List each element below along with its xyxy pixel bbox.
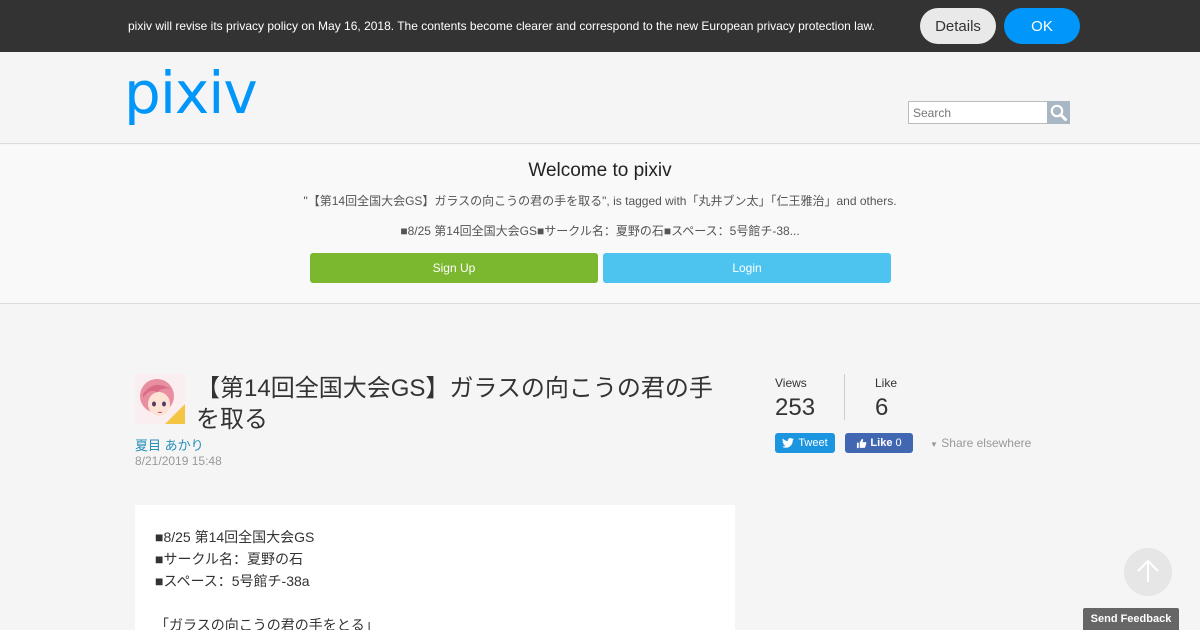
thumbs-up-icon: [857, 438, 867, 448]
post-date: 8/21/2019 15:48: [135, 454, 222, 468]
signup-button[interactable]: Sign Up: [310, 253, 598, 283]
caption-line: ■サークル名：夏野の石: [155, 551, 304, 567]
welcome-excerpt: ■8/25 第14回全国大会GS■サークル名：夏野の石■スペース：5号館チ-38…: [400, 224, 800, 238]
share-elsewhere-link[interactable]: ▼ Share elsewhere: [930, 436, 1031, 450]
search-form: [908, 101, 1070, 124]
search-input[interactable]: [908, 101, 1048, 124]
arrow-up-icon: [1137, 559, 1159, 582]
privacy-notice-text: pixiv will revise its privacy policy on …: [128, 19, 875, 33]
search-button[interactable]: [1047, 101, 1070, 124]
privacy-banner: pixiv will revise its privacy policy on …: [0, 0, 1200, 52]
login-button[interactable]: Login: [603, 253, 891, 283]
search-icon: [1050, 104, 1067, 121]
site-header: pixiv: [0, 52, 1200, 144]
like-label: Like: [875, 376, 898, 390]
caption-line: ■8/25 第14回全国大会GS: [155, 529, 315, 545]
welcome-panel: Welcome to pixiv "【第14回全国大会GS】ガラスの向こうの君の…: [0, 145, 1200, 304]
welcome-title: Welcome to pixiv: [528, 160, 672, 181]
back-to-top-button[interactable]: [1124, 548, 1172, 596]
welcome-tagline: "【第14回全国大会GS】ガラスの向こうの君の手を取る", is tagged …: [303, 194, 897, 208]
author-link[interactable]: 夏目 あかり: [135, 435, 204, 454]
work-title: 【第14回全国大会GS】ガラスの向こうの君の手を取る: [196, 375, 713, 433]
avatar-image: [135, 374, 185, 424]
stats-divider: [844, 374, 845, 420]
facebook-like-button[interactable]: Like 0: [845, 433, 913, 453]
ok-button[interactable]: OK: [1004, 8, 1080, 44]
pixiv-logo[interactable]: pixiv: [124, 64, 258, 122]
avatar[interactable]: [135, 374, 185, 424]
send-feedback-button[interactable]: Send Feedback: [1083, 608, 1179, 630]
like-count: 6: [875, 394, 889, 421]
twitter-icon: [782, 438, 795, 448]
caption-line: ■スペース：5号館チ-38a: [155, 573, 310, 589]
tweet-label: Tweet: [798, 437, 828, 449]
views-count: 253: [775, 394, 816, 421]
dropdown-arrow-icon: ▼: [930, 440, 938, 449]
fb-like-label: Like: [870, 437, 893, 449]
fb-like-count: 0: [895, 437, 902, 449]
caption-box: ■8/25 第14回全国大会GS ■サークル名：夏野の石 ■スペース：5号館チ-…: [135, 505, 735, 630]
views-label: Views: [775, 376, 807, 390]
caption-line: 「ガラスの向こうの君の手をとる」: [155, 617, 379, 630]
details-button[interactable]: Details: [920, 8, 996, 44]
share-elsewhere-label: Share elsewhere: [941, 436, 1032, 450]
tweet-button[interactable]: Tweet: [775, 433, 835, 453]
